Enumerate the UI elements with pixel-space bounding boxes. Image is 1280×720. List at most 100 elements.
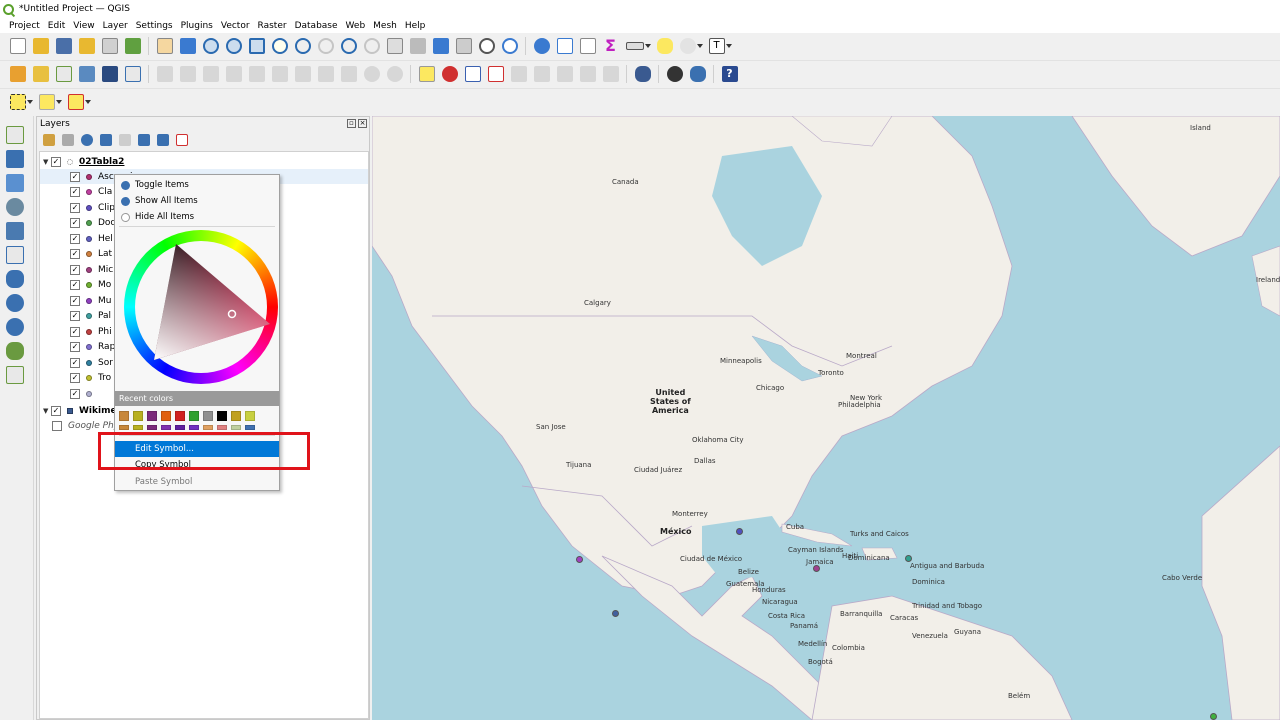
recent-color-swatch[interactable]	[147, 425, 157, 430]
recent-color-swatch[interactable]	[161, 411, 171, 421]
field-calculator-icon[interactable]	[579, 38, 596, 54]
current-edits-icon[interactable]	[78, 65, 95, 82]
vertex-tool-icon[interactable]	[202, 65, 219, 82]
menu-layer[interactable]: Layer	[99, 21, 132, 31]
recent-color-swatch[interactable]	[119, 425, 129, 430]
add-virtual-layer-icon[interactable]	[6, 366, 24, 384]
locator-icon[interactable]	[679, 38, 696, 54]
close-panel-icon[interactable]: ×	[358, 119, 367, 128]
new-layer-icon[interactable]	[32, 65, 49, 82]
new-map-view-icon[interactable]	[386, 38, 403, 54]
legend-item-checkbox[interactable]: ✓	[70, 280, 80, 290]
collapse-all-icon[interactable]	[157, 134, 169, 146]
menu-mesh[interactable]: Mesh	[369, 21, 401, 31]
print-layout-icon[interactable]	[101, 38, 118, 54]
expand-all-icon[interactable]	[138, 134, 150, 146]
color-wheel[interactable]	[124, 230, 278, 384]
recent-color-swatch[interactable]	[189, 411, 199, 421]
zoom-in-icon[interactable]	[202, 38, 219, 54]
legend-item-checkbox[interactable]: ✓	[70, 218, 80, 228]
recent-color-swatch[interactable]	[203, 425, 213, 430]
menu-help[interactable]: Help	[401, 21, 430, 31]
toggle-items-menu-item[interactable]: Toggle Items	[115, 177, 279, 193]
bookmark-icon[interactable]	[432, 38, 449, 54]
diagram-tool-icon[interactable]	[441, 65, 458, 82]
refresh-icon[interactable]	[501, 38, 518, 54]
redo-icon[interactable]	[386, 65, 403, 82]
map-canvas[interactable]: Island Canada Ireland Calgary Minneapoli…	[372, 116, 1280, 720]
deselect-all-icon[interactable]	[67, 93, 84, 110]
recent-color-swatch[interactable]	[161, 425, 171, 430]
style-manager-icon[interactable]	[124, 38, 141, 54]
identify-features-icon[interactable]	[533, 38, 550, 54]
statistics-icon[interactable]: Σ	[603, 38, 619, 54]
layer-checkbox[interactable]: ✓	[51, 405, 61, 416]
add-group-icon[interactable]	[62, 134, 74, 146]
recent-color-swatch[interactable]	[217, 411, 227, 421]
legend-item-checkbox[interactable]: ✓	[70, 373, 80, 383]
category-symbol[interactable]	[86, 328, 92, 335]
add-delimited-text-icon[interactable]	[6, 198, 24, 216]
recent-color-swatch[interactable]	[175, 425, 185, 430]
collapse-arrow-icon[interactable]: ▼	[43, 158, 51, 166]
python-console-icon[interactable]	[689, 65, 706, 82]
recent-color-swatch[interactable]	[245, 411, 255, 421]
map-tips-icon[interactable]	[656, 38, 673, 54]
recent-color-swatch[interactable]	[231, 425, 241, 430]
recent-color-swatch[interactable]	[133, 425, 143, 430]
paste-symbol-menu-item[interactable]: Paste Symbol	[115, 474, 279, 490]
layer-checkbox[interactable]	[52, 420, 62, 431]
category-symbol[interactable]	[86, 344, 92, 350]
menu-project[interactable]: Project	[5, 21, 44, 31]
change-label-icon[interactable]	[556, 65, 573, 82]
pan-to-selection-icon[interactable]	[179, 38, 196, 54]
move-feature-icon[interactable]	[225, 65, 242, 82]
save-project-icon[interactable]	[55, 38, 72, 54]
map-point[interactable]	[905, 555, 912, 562]
label-properties-icon[interactable]	[602, 65, 619, 82]
digitize-icon[interactable]	[156, 65, 173, 82]
add-feature-icon[interactable]	[179, 65, 196, 82]
add-postgis-icon[interactable]	[6, 270, 24, 288]
add-wms-layer-icon[interactable]	[6, 294, 24, 312]
label-tool-icon[interactable]	[418, 65, 435, 82]
db-manager-icon[interactable]	[634, 65, 651, 82]
zoom-native-icon[interactable]	[317, 38, 334, 54]
menu-web[interactable]: Web	[342, 21, 370, 31]
show-all-items-menu-item[interactable]: Show All Items	[115, 193, 279, 209]
category-symbol[interactable]	[86, 390, 92, 397]
float-panel-icon[interactable]: ▫	[347, 119, 356, 128]
legend-item-checkbox[interactable]: ✓	[70, 233, 80, 244]
collapse-arrow-icon[interactable]: ▼	[43, 407, 51, 415]
open-styling-icon[interactable]	[43, 134, 55, 146]
legend-item-checkbox[interactable]: ✓	[70, 295, 80, 306]
plugin-tool-icon[interactable]	[666, 65, 683, 82]
category-symbol[interactable]	[86, 235, 92, 242]
recent-color-swatch[interactable]	[133, 411, 143, 421]
add-gps-layer-icon[interactable]	[6, 222, 24, 240]
manage-themes-icon[interactable]	[81, 134, 93, 146]
add-wcs-layer-icon[interactable]	[6, 342, 24, 360]
category-symbol[interactable]	[86, 282, 92, 288]
temporal-controller-icon[interactable]	[478, 38, 495, 54]
hide-all-items-menu-item[interactable]: Hide All Items	[115, 209, 279, 225]
new-project-icon[interactable]	[9, 38, 26, 54]
add-raster-layer-icon[interactable]	[6, 150, 24, 168]
zoom-out-icon[interactable]	[225, 38, 242, 54]
recent-color-swatch[interactable]	[231, 411, 241, 421]
text-annotation-icon[interactable]: T	[708, 38, 725, 54]
new-3d-view-icon[interactable]	[409, 38, 426, 54]
recent-color-swatch[interactable]	[245, 425, 255, 430]
category-symbol[interactable]	[86, 204, 92, 211]
menu-database[interactable]: Database	[291, 21, 342, 31]
category-symbol[interactable]	[86, 173, 92, 180]
rotate-label-icon[interactable]	[533, 65, 550, 82]
legend-item-checkbox[interactable]: ✓	[70, 249, 80, 259]
highlight-labels-icon[interactable]	[487, 65, 504, 82]
open-project-icon[interactable]	[32, 38, 49, 54]
help-icon[interactable]: ?	[721, 65, 738, 82]
recent-color-swatch[interactable]	[217, 425, 227, 430]
delete-selected-icon[interactable]	[271, 65, 288, 82]
legend-item-checkbox[interactable]: ✓	[70, 171, 80, 182]
save-as-icon[interactable]	[78, 38, 95, 54]
